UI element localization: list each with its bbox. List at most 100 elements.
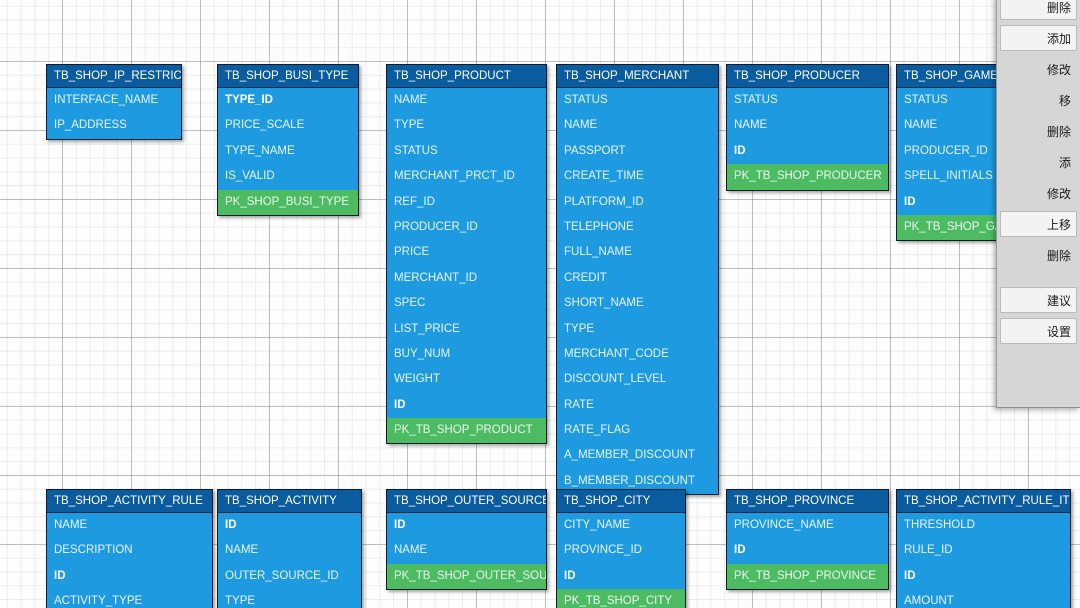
- primary-key-row[interactable]: PK_TB_SHOP_OUTER_SOURC: [387, 563, 546, 590]
- entity-table-title: TB_SHOP_ACTIVITY: [218, 490, 361, 513]
- entity-table[interactable]: TB_SHOP_BUSI_TYPE TYPE_ID PRICE_SCALE TYPE_…: [217, 64, 359, 216]
- entity-column-row[interactable]: ID: [557, 564, 685, 589]
- entity-column-row[interactable]: TYPE: [387, 113, 546, 138]
- entity-column-row[interactable]: SHORT_NAME: [557, 291, 718, 316]
- panel-button[interactable]: 修改: [1000, 180, 1077, 206]
- entity-column-row[interactable]: RATE_FLAG: [557, 418, 718, 443]
- entity-column-row[interactable]: RATE: [557, 393, 718, 418]
- entity-column-row[interactable]: IS_VALID: [218, 164, 358, 189]
- entity-column-list: THRESHOLD RULE_ID ID AMOUNT: [897, 513, 1070, 608]
- entity-table[interactable]: TB_SHOP_CITY CITY_NAME PROVINCE_ID ID PK_TB_…: [556, 489, 686, 608]
- entity-column-row[interactable]: PASSPORT: [557, 139, 718, 164]
- entity-column-row[interactable]: ID: [387, 393, 546, 418]
- entity-column-row[interactable]: BUY_NUM: [387, 342, 546, 367]
- entity-column-row[interactable]: NAME: [47, 513, 212, 538]
- entity-table-title: TB_SHOP_MERCHANT: [557, 65, 718, 88]
- entity-column-row[interactable]: PROVINCE_ID: [557, 538, 685, 563]
- entity-column-row[interactable]: PRODUCER_ID: [387, 215, 546, 240]
- entity-column-row[interactable]: NAME: [387, 538, 546, 563]
- entity-column-row[interactable]: REF_ID: [387, 190, 546, 215]
- entity-column-row[interactable]: TYPE: [557, 317, 718, 342]
- panel-divider: [1000, 273, 1077, 287]
- entity-column-row[interactable]: WEIGHT: [387, 367, 546, 392]
- entity-column-row[interactable]: RULE_ID: [897, 538, 1070, 563]
- primary-key-row[interactable]: PK_TB_SHOP_CITY: [557, 589, 685, 608]
- entity-table[interactable]: TB_SHOP_ACTIVITY_RULE NAME DESCRIPTION ID AC…: [46, 489, 213, 608]
- entity-column-row[interactable]: OUTER_SOURCE_ID: [218, 564, 361, 589]
- panel-button[interactable]: 添: [1000, 149, 1077, 175]
- primary-key-row[interactable]: PK_TB_SHOP_PROVINCE: [727, 563, 888, 590]
- entity-column-row[interactable]: PLATFORM_ID: [557, 190, 718, 215]
- entity-column-row[interactable]: NAME: [727, 113, 888, 138]
- entity-table[interactable]: TB_SHOP_ACTIVITY_RULE_ITE THRESHOLD RULE_I…: [896, 489, 1071, 608]
- entity-table-title: TB_SHOP_PRODUCER: [727, 65, 888, 88]
- panel-button[interactable]: 移: [1000, 87, 1077, 113]
- entity-column-row[interactable]: STATUS: [727, 88, 888, 113]
- entity-table[interactable]: TB_SHOP_PRODUCER STATUS NAME ID PK_TB_SHOP_P…: [726, 64, 889, 191]
- entity-column-row[interactable]: CREATE_TIME: [557, 164, 718, 189]
- entity-column-row[interactable]: ID: [47, 564, 212, 589]
- primary-key-row[interactable]: PK_TB_SHOP_PRODUCT: [387, 418, 546, 444]
- side-toolbar-panel[interactable]: 删除 添加 修改移删除添修改 上移 删除 建议 设置: [996, 0, 1080, 408]
- entity-column-row[interactable]: ID: [387, 513, 546, 538]
- panel-button[interactable]: 设置: [1000, 318, 1077, 344]
- entity-column-row[interactable]: PRICE_SCALE: [218, 113, 358, 138]
- entity-column-row[interactable]: IP_ADDRESS: [47, 113, 181, 138]
- panel-button[interactable]: 上移: [1000, 211, 1077, 237]
- entity-column-row[interactable]: DISCOUNT_LEVEL: [557, 367, 718, 392]
- panel-button[interactable]: 建议: [1000, 287, 1077, 313]
- entity-column-list: ID NAME OUTER_SOURCE_ID TYPE: [218, 513, 361, 608]
- entity-column-row[interactable]: CITY_NAME: [557, 513, 685, 538]
- entity-column-row[interactable]: SPEC: [387, 291, 546, 316]
- entity-column-list: TYPE_ID PRICE_SCALE TYPE_NAME IS_VALID PK_SH…: [218, 88, 358, 215]
- entity-column-row[interactable]: TYPE: [218, 589, 361, 608]
- entity-column-row[interactable]: ID: [727, 139, 888, 164]
- entity-column-row[interactable]: ID: [218, 513, 361, 538]
- entity-column-row[interactable]: A_MEMBER_DISCOUNT: [557, 443, 718, 468]
- primary-key-row[interactable]: PK_SHOP_BUSI_TYPE: [218, 189, 358, 215]
- entity-column-row[interactable]: STATUS: [557, 88, 718, 113]
- primary-key-row[interactable]: PK_TB_SHOP_PRODUCER: [727, 164, 888, 190]
- entity-column-row[interactable]: INTERFACE_NAME: [47, 88, 181, 113]
- entity-column-row[interactable]: NAME: [218, 538, 361, 563]
- entity-column-row[interactable]: ID: [897, 564, 1070, 589]
- entity-column-row[interactable]: THRESHOLD: [897, 513, 1070, 538]
- entity-table[interactable]: TB_SHOP_OUTER_SOURCE ID NAME PK_TB_SHOP_OUT…: [386, 489, 547, 591]
- entity-column-row[interactable]: CREDIT: [557, 266, 718, 291]
- entity-column-row[interactable]: AMOUNT: [897, 589, 1070, 608]
- er-diagram-canvas[interactable]: TB_SHOP_IP_RESTRICT INTERFACE_NAME IP_ADDR…: [0, 0, 1080, 608]
- entity-table[interactable]: TB_SHOP_PROVINCE PROVINCE_NAME ID PK_TB_SHO…: [726, 489, 889, 591]
- entity-column-row[interactable]: PRICE: [387, 240, 546, 265]
- entity-table[interactable]: TB_SHOP_PRODUCT NAME TYPE STATUS MERCHANT_PR…: [386, 64, 547, 445]
- entity-column-row[interactable]: MERCHANT_ID: [387, 266, 546, 291]
- entity-column-row[interactable]: FULL_NAME: [557, 240, 718, 265]
- entity-column-row[interactable]: TYPE_NAME: [218, 139, 358, 164]
- entity-table-title: TB_SHOP_CITY: [557, 490, 685, 513]
- entity-table-title: TB_SHOP_IP_RESTRICT: [47, 65, 181, 88]
- entity-column-list: NAME DESCRIPTION ID ACTIVITY_TYPE: [47, 513, 212, 608]
- entity-column-row[interactable]: TELEPHONE: [557, 215, 718, 240]
- entity-column-row[interactable]: STATUS: [387, 139, 546, 164]
- panel-button[interactable]: 添加: [1000, 25, 1077, 51]
- entity-column-row[interactable]: PROVINCE_NAME: [727, 513, 888, 538]
- entity-column-row[interactable]: TYPE_ID: [218, 88, 358, 113]
- entity-column-row[interactable]: DESCRIPTION: [47, 538, 212, 563]
- panel-button[interactable]: 删除: [1000, 242, 1077, 268]
- entity-table-title: TB_SHOP_BUSI_TYPE: [218, 65, 358, 88]
- entity-column-list: IDNAMEPK_TB_SHOP_OUTER_SOURC: [387, 513, 546, 590]
- entity-table[interactable]: TB_SHOP_IP_RESTRICT INTERFACE_NAME IP_ADDR…: [46, 64, 182, 140]
- entity-table-title: TB_SHOP_OUTER_SOURCE: [387, 490, 546, 513]
- entity-column-row[interactable]: ID: [727, 538, 888, 563]
- entity-table[interactable]: TB_SHOP_MERCHANT STATUS NAME PASSPORT CREATE…: [556, 64, 719, 496]
- entity-column-row[interactable]: NAME: [557, 113, 718, 138]
- panel-button[interactable]: 删除: [1000, 0, 1077, 20]
- entity-column-row[interactable]: MERCHANT_PRCT_ID: [387, 164, 546, 189]
- entity-column-row[interactable]: LIST_PRICE: [387, 317, 546, 342]
- entity-column-row[interactable]: ACTIVITY_TYPE: [47, 589, 212, 608]
- entity-table[interactable]: TB_SHOP_ACTIVITY ID NAME OUTER_SOURCE_ID TYP…: [217, 489, 362, 608]
- panel-button[interactable]: 修改: [1000, 56, 1077, 82]
- entity-column-row[interactable]: NAME: [387, 88, 546, 113]
- entity-column-row[interactable]: MERCHANT_CODE: [557, 342, 718, 367]
- entity-column-list: STATUS NAME PASSPORT CREATE_TIME PLATFORM_ID…: [557, 88, 718, 494]
- panel-button[interactable]: 删除: [1000, 118, 1077, 144]
